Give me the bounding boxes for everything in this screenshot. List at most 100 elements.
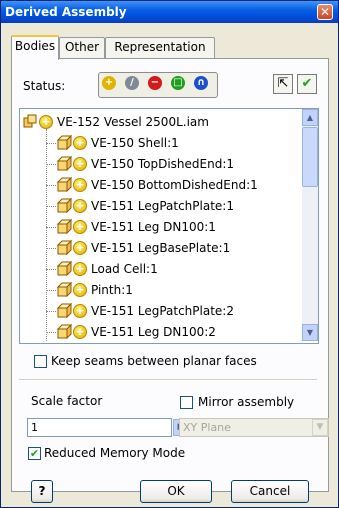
tree-item-label: VE-151 LegBasePlate:1 <box>91 241 231 255</box>
body-as-surface-status-icon: ∩ <box>194 76 208 90</box>
cursor-icon: ⇱ <box>277 76 289 91</box>
keep-seams-checkbox[interactable] <box>34 355 47 368</box>
chevron-down-icon: ▼ <box>316 422 324 432</box>
tree-connector <box>46 185 56 186</box>
part-icon <box>57 240 72 255</box>
tree-item-label: VE-152 Vessel 2500L.iam <box>57 115 209 129</box>
tab-representation[interactable]: Representation <box>105 37 215 58</box>
tree-connector <box>46 332 56 333</box>
scale-factor-label: Scale factor <box>31 394 103 408</box>
body-as-surface-status-button[interactable]: ∩ <box>191 73 213 95</box>
include-status-icon[interactable]: + <box>73 178 87 192</box>
tree-connector <box>46 269 56 270</box>
tree-item[interactable]: + VE-151 Leg DN100:2 <box>20 322 302 341</box>
vertical-scrollbar[interactable]: ▲ ▼ <box>302 109 318 341</box>
tree-list: + VE-152 Vessel 2500L.iam + VE-150 Shell:1 +… <box>20 109 302 341</box>
close-button[interactable]: ✕ <box>317 4 333 20</box>
checkmark-icon: ✔ <box>301 76 313 91</box>
include-status-icon[interactable]: + <box>73 199 87 213</box>
tree-item-label: Pinth:1 <box>91 283 133 297</box>
scale-factor-input[interactable]: 1 <box>27 418 172 437</box>
ok-button[interactable]: OK <box>140 480 212 503</box>
part-icon <box>57 282 72 297</box>
part-icon <box>57 219 72 234</box>
title-bar[interactable]: Derived Assembly ✕ <box>1 1 338 23</box>
scroll-up-button[interactable]: ▲ <box>302 109 318 126</box>
reduced-memory-checkbox[interactable]: ✔ <box>28 447 41 460</box>
include-status-icon[interactable]: + <box>73 304 87 318</box>
tab-bodies[interactable]: Bodies <box>11 35 59 60</box>
mirror-assembly-checkbox[interactable] <box>180 396 193 409</box>
tab-other[interactable]: Other <box>59 37 105 58</box>
checkmark-icon: ✔ <box>29 447 40 460</box>
component-tree[interactable]: + VE-152 Vessel 2500L.iam + VE-150 Shell:1 +… <box>19 108 319 344</box>
derived-assembly-dialog: Derived Assembly ✕ Bodies Other Represen… <box>0 0 339 508</box>
select-button[interactable]: ⇱ <box>273 74 293 94</box>
part-icon <box>57 303 72 318</box>
tree-item-label: VE-150 Shell:1 <box>91 136 179 150</box>
tree-item[interactable]: + VE-151 Leg DN100:1 <box>20 217 302 238</box>
tree-item[interactable]: + VE-151 LegPatchPlate:1 <box>20 196 302 217</box>
exclude-status-button[interactable]: / <box>122 73 144 95</box>
tree-item-label: VE-151 Leg DN100:1 <box>91 220 216 234</box>
subtract-status-icon: − <box>148 76 162 90</box>
tree-item-label: Load Cell:1 <box>91 262 158 276</box>
part-icon <box>57 261 72 276</box>
include-status-icon[interactable]: + <box>73 325 87 339</box>
scroll-down-button[interactable]: ▼ <box>302 324 318 341</box>
divider <box>19 379 317 381</box>
tree-item[interactable]: + VE-150 BottomDishedEnd:1 <box>20 175 302 196</box>
include-status-icon[interactable]: + <box>73 157 87 171</box>
tree-item-label: VE-151 LegPatchPlate:2 <box>91 304 234 318</box>
scroll-thumb[interactable] <box>302 127 318 187</box>
part-icon <box>57 177 72 192</box>
cancel-button[interactable]: Cancel <box>231 480 309 503</box>
assembly-icon <box>23 114 37 128</box>
status-label: Status: <box>23 79 66 93</box>
tree-item-label: VE-150 TopDishedEnd:1 <box>91 157 235 171</box>
tree-connector <box>46 206 56 207</box>
tree-connector <box>46 248 56 249</box>
mirror-assembly-label: Mirror assembly <box>198 395 295 409</box>
include-status-icon[interactable]: + <box>73 241 87 255</box>
help-icon: ? <box>38 484 46 498</box>
help-button[interactable]: ? <box>31 480 53 503</box>
include-status-icon[interactable]: + <box>73 283 87 297</box>
subtract-status-button[interactable]: − <box>145 73 167 95</box>
tree-item-label: VE-151 LegPatchPlate:1 <box>91 199 234 213</box>
tree-item[interactable]: + VE-150 Shell:1 <box>20 133 302 154</box>
tree-item[interactable]: + VE-151 LegPatchPlate:2 <box>20 301 302 322</box>
part-icon <box>57 324 72 339</box>
tree-connector <box>46 143 56 144</box>
tree-connector <box>46 311 56 312</box>
part-icon <box>57 156 72 171</box>
tree-item[interactable]: + Pinth:1 <box>20 280 302 301</box>
mirror-plane-select[interactable]: XY Plane <box>179 418 329 437</box>
part-icon <box>57 198 72 213</box>
window-title: Derived Assembly <box>5 5 127 19</box>
include-status-icon[interactable]: + <box>73 136 87 150</box>
exclude-status-icon: / <box>125 76 139 90</box>
tree-item[interactable]: + Load Cell:1 <box>20 259 302 280</box>
mirror-plane-dropdown-button[interactable]: ▼ <box>312 419 328 436</box>
chevron-up-icon: ▲ <box>306 113 314 122</box>
include-status-icon[interactable]: + <box>39 115 53 129</box>
tree-item[interactable]: + VE-150 TopDishedEnd:1 <box>20 154 302 175</box>
bounding-box-status-button[interactable]: □ <box>168 73 190 95</box>
apply-check-button[interactable]: ✔ <box>297 74 317 94</box>
chevron-down-icon: ▼ <box>306 328 314 337</box>
tree-connector <box>46 290 56 291</box>
include-status-button[interactable]: + <box>99 73 121 95</box>
include-status-icon: + <box>102 76 116 90</box>
close-icon: ✕ <box>319 5 331 19</box>
tree-item-label: VE-150 BottomDishedEnd:1 <box>91 178 258 192</box>
tree-root-item[interactable]: + VE-152 Vessel 2500L.iam <box>20 112 302 133</box>
bounding-box-status-icon: □ <box>171 76 185 90</box>
include-status-icon[interactable]: + <box>73 220 87 234</box>
tree-item[interactable]: + VE-151 LegBasePlate:1 <box>20 238 302 259</box>
part-icon <box>57 135 72 150</box>
tree-connector <box>46 164 56 165</box>
tree-connector <box>46 227 56 228</box>
include-status-icon[interactable]: + <box>73 262 87 276</box>
reduced-memory-label: Reduced Memory Mode <box>44 446 186 460</box>
